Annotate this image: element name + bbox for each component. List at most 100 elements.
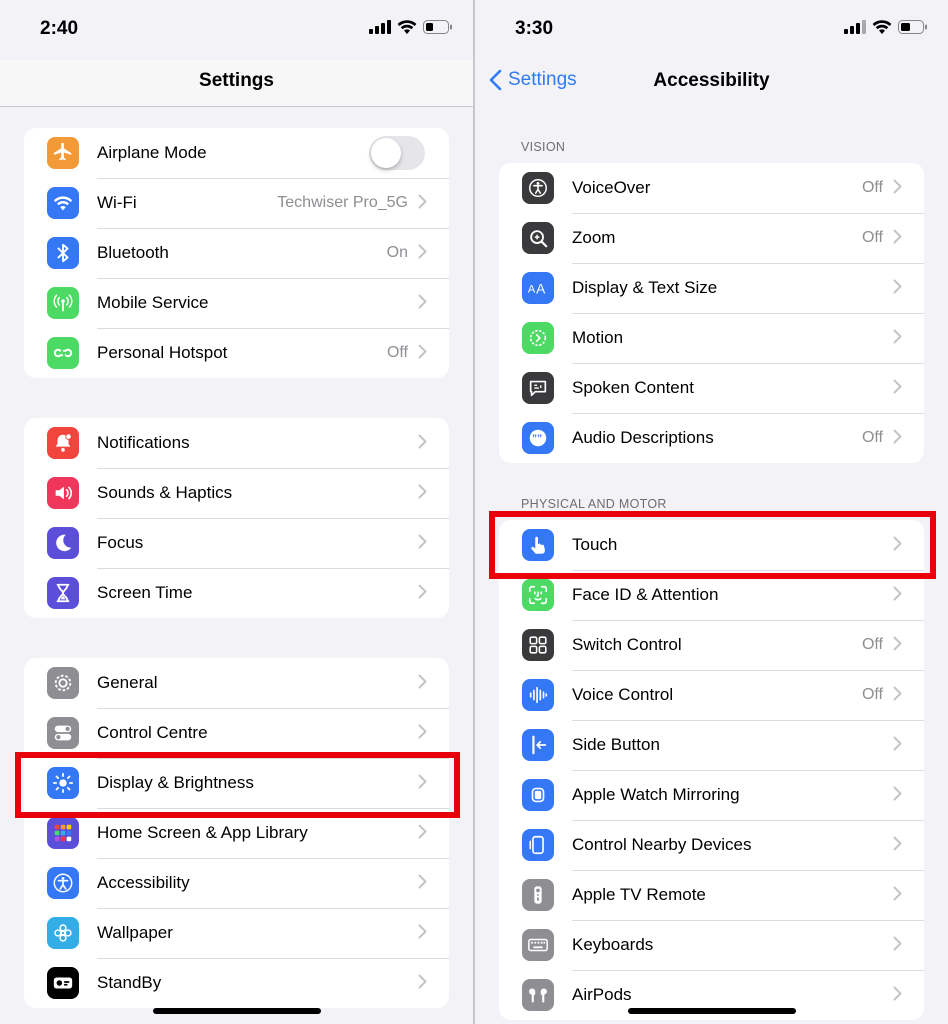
chevron-right-icon	[893, 428, 902, 448]
row-spoken-content[interactable]: Spoken Content	[499, 363, 924, 413]
row-sounds-and-haptics[interactable]: Sounds & Haptics	[24, 468, 449, 518]
row-audio-descriptions[interactable]: ”” Audio Descriptions Off	[499, 413, 924, 463]
navigation-bar: Settings	[0, 60, 473, 107]
row-divider	[97, 758, 449, 759]
status-icons	[844, 20, 928, 34]
airplane-mode-toggle[interactable]	[369, 136, 425, 170]
row-mobile-service[interactable]: Mobile Service	[24, 278, 449, 328]
row-general[interactable]: General	[24, 658, 449, 708]
row-voiceover[interactable]: VoiceOver Off	[499, 163, 924, 213]
row-airplane-mode[interactable]: Airplane Mode	[24, 128, 449, 178]
row-face-id-and-attention[interactable]: Face ID & Attention	[499, 570, 924, 620]
gear-icon	[47, 667, 79, 699]
row-divider	[572, 363, 924, 364]
switches-icon	[47, 717, 79, 749]
row-divider	[572, 570, 924, 571]
nearby-devices-icon	[522, 829, 554, 861]
row-label: Airplane Mode	[97, 143, 207, 162]
row-label: Zoom	[572, 228, 616, 247]
row-home-screen-and-app-library[interactable]: Home Screen & App Library	[24, 808, 449, 858]
row-display-and-text-size[interactable]: A A Display & Text Size	[499, 263, 924, 313]
svg-text:A: A	[528, 284, 536, 296]
row-value: Off	[386, 344, 408, 361]
row-switch-control[interactable]: Switch Control Off	[499, 620, 924, 670]
text-size-icon: AA	[522, 272, 554, 304]
hand-pointer-icon	[522, 529, 554, 561]
row-label: Sounds & Haptics	[97, 483, 233, 502]
row-divider	[572, 670, 924, 671]
row-label: Screen Time	[97, 583, 193, 602]
row-divider	[97, 858, 449, 859]
home-indicator[interactable]	[627, 1008, 796, 1014]
row-divider	[97, 518, 449, 519]
row-voice-control[interactable]: Voice Control Off	[499, 670, 924, 720]
row-value: Off	[861, 636, 883, 653]
row-display-and-brightness[interactable]: Display & Brightness	[24, 758, 449, 808]
audio-description-icon: ””	[522, 422, 554, 454]
accessibility-group-physical-and-motor: Touch Face ID & Attention Switch Control Of…	[499, 520, 924, 1020]
chevron-right-icon	[418, 773, 427, 793]
row-value: Techwiser Pro_5G	[277, 194, 408, 211]
row-touch[interactable]: Touch	[499, 520, 924, 570]
voice-control-icon	[522, 679, 554, 711]
row-wi-fi[interactable]: Wi-Fi Techwiser Pro_5G	[24, 178, 449, 228]
row-divider	[572, 820, 924, 821]
row-divider	[572, 263, 924, 264]
row-value: On	[386, 244, 408, 261]
settings-screen: 2:40 Settings Airplane Mode Wi-Fi Techwise…	[0, 0, 473, 1024]
chevron-right-icon	[418, 583, 427, 603]
row-personal-hotspot[interactable]: Personal Hotspot Off	[24, 328, 449, 378]
row-side-button[interactable]: Side Button	[499, 720, 924, 770]
row-accessibility[interactable]: Accessibility	[24, 858, 449, 908]
section-header: VISION	[521, 140, 566, 154]
home-indicator[interactable]	[152, 1008, 321, 1014]
row-divider	[572, 620, 924, 621]
chevron-right-icon	[418, 533, 427, 553]
page-title: Accessibility	[653, 70, 770, 91]
tv-remote-icon	[522, 879, 554, 911]
battery-icon	[423, 20, 452, 34]
airpods-icon	[522, 979, 554, 1011]
row-label: Touch	[572, 535, 618, 554]
row-bluetooth[interactable]: Bluetooth On	[24, 228, 449, 278]
sun-icon	[47, 767, 79, 799]
row-notifications[interactable]: Notifications	[24, 418, 449, 468]
row-label: VoiceOver	[572, 178, 651, 197]
row-label: General	[97, 673, 158, 692]
row-zoom[interactable]: Zoom Off	[499, 213, 924, 263]
row-divider	[97, 958, 449, 959]
row-control-centre[interactable]: Control Centre	[24, 708, 449, 758]
row-standby[interactable]: StandBy	[24, 958, 449, 1008]
row-apple-tv-remote[interactable]: Apple TV Remote	[499, 870, 924, 920]
row-divider	[97, 228, 449, 229]
chevron-right-icon	[418, 923, 427, 943]
row-label: Control Centre	[97, 723, 208, 742]
wifi-status-icon	[397, 20, 417, 34]
row-wallpaper[interactable]: Wallpaper	[24, 908, 449, 958]
status-icons	[369, 20, 453, 34]
side-button-icon	[522, 729, 554, 761]
svg-text:”: ”	[537, 434, 542, 445]
row-apple-watch-mirroring[interactable]: Apple Watch Mirroring	[499, 770, 924, 820]
row-keyboards[interactable]: Keyboards	[499, 920, 924, 970]
row-label: Spoken Content	[572, 378, 694, 397]
row-control-nearby-devices[interactable]: Control Nearby Devices	[499, 820, 924, 870]
status-time: 3:30	[515, 18, 554, 39]
row-divider	[97, 178, 449, 179]
row-label: Wi-Fi	[97, 193, 137, 212]
row-label: Home Screen & App Library	[97, 823, 308, 842]
row-label: Notifications	[97, 433, 190, 452]
row-motion[interactable]: Motion	[499, 313, 924, 363]
row-divider	[572, 870, 924, 871]
row-label: Keyboards	[572, 935, 654, 954]
chevron-right-icon	[893, 378, 902, 398]
chevron-right-icon	[418, 723, 427, 743]
bell-icon	[47, 427, 79, 459]
bluetooth-icon	[47, 237, 79, 269]
row-focus[interactable]: Focus	[24, 518, 449, 568]
standby-icon	[47, 967, 79, 999]
row-screen-time[interactable]: Screen Time	[24, 568, 449, 618]
hourglass-icon	[47, 577, 79, 609]
chevron-right-icon	[893, 885, 902, 905]
face-id-icon	[522, 579, 554, 611]
